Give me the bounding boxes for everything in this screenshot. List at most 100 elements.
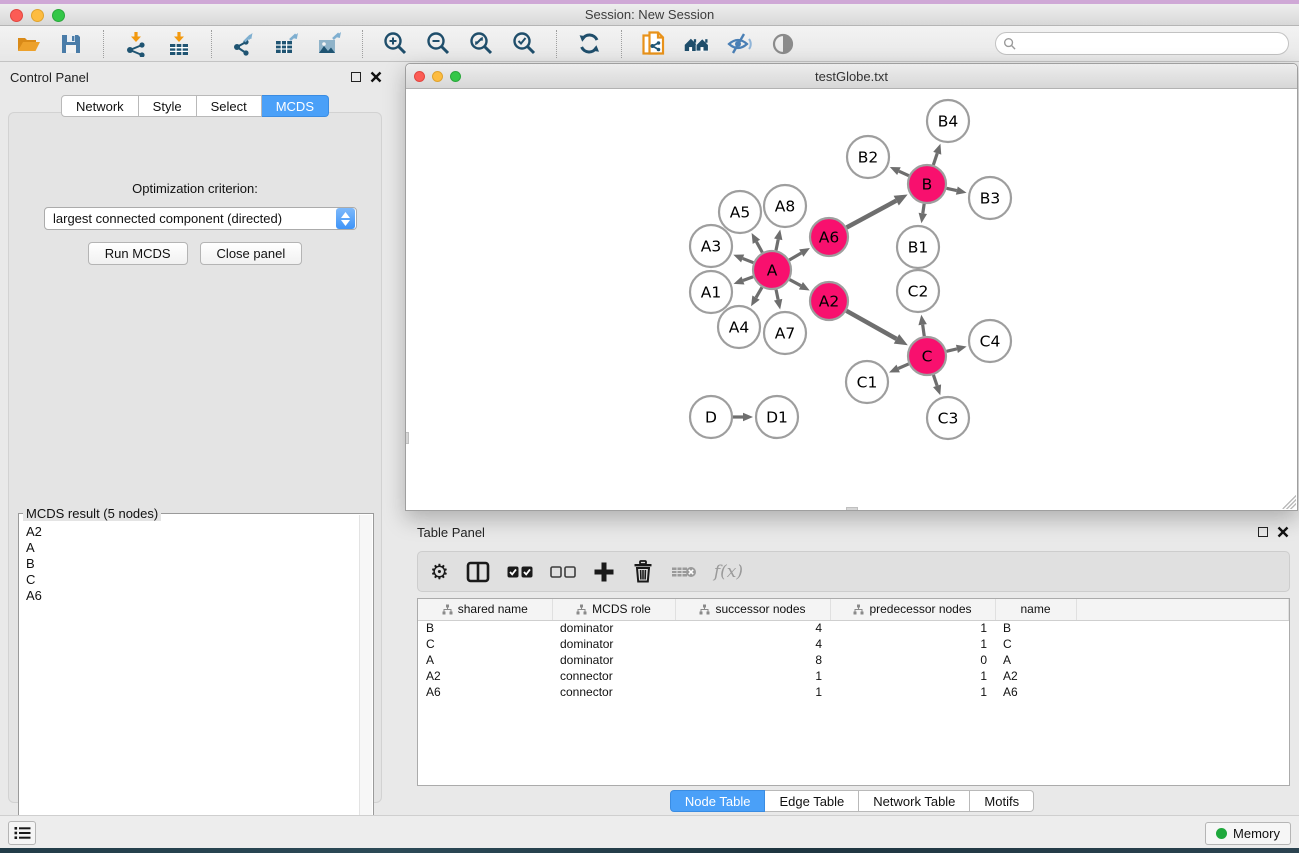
edge-A-A1[interactable] (743, 277, 753, 281)
edge-A-A6[interactable] (789, 253, 801, 260)
table-row[interactable]: A2connector11A2 (418, 668, 1289, 684)
float-panel-icon[interactable] (351, 72, 361, 82)
export-table-icon[interactable] (273, 30, 301, 58)
task-history-button[interactable] (8, 821, 36, 845)
edge-C-C1[interactable] (898, 364, 908, 369)
import-network-icon[interactable] (122, 30, 150, 58)
table-cell[interactable]: dominator (552, 636, 675, 652)
resize-grip-icon[interactable] (1282, 495, 1296, 509)
graph-node-A2[interactable]: A2 (810, 282, 848, 320)
edge-C-C3[interactable] (933, 375, 937, 386)
result-item[interactable]: A2 (26, 524, 373, 540)
table-cell[interactable]: 8 (675, 652, 830, 668)
graph-node-A1[interactable]: A1 (690, 271, 732, 313)
search-input[interactable] (1021, 37, 1288, 51)
graph-node-A6[interactable]: A6 (810, 218, 848, 256)
graph-node-A7[interactable]: A7 (764, 312, 806, 354)
split-column-icon[interactable] (466, 559, 490, 585)
float-table-panel-icon[interactable] (1258, 527, 1268, 537)
select-all-checkboxes-icon[interactable] (507, 559, 533, 585)
graph-node-A4[interactable]: A4 (718, 306, 760, 348)
column-header-MCDS-role[interactable]: MCDS role (552, 599, 675, 620)
delete-table-icon[interactable] (671, 559, 697, 585)
edge-A-A7[interactable] (776, 290, 778, 300)
edge-A-A4[interactable] (756, 287, 762, 297)
tab-network[interactable]: Network (61, 95, 139, 117)
tab-network-table[interactable]: Network Table (859, 790, 970, 812)
tab-edge-table[interactable]: Edge Table (765, 790, 859, 812)
tab-style[interactable]: Style (139, 95, 197, 117)
tab-select[interactable]: Select (197, 95, 262, 117)
edge-B-B1[interactable] (923, 204, 924, 214)
table-cell[interactable]: A6 (995, 684, 1076, 700)
graph-node-B4[interactable]: B4 (927, 100, 969, 142)
table-cell[interactable]: A (418, 652, 552, 668)
graph-node-A8[interactable]: A8 (764, 185, 806, 227)
edge-A-A5[interactable] (756, 242, 762, 253)
graph-node-B[interactable]: B (908, 165, 946, 203)
table-cell[interactable]: C (995, 636, 1076, 652)
graph-node-B3[interactable]: B3 (969, 177, 1011, 219)
result-item[interactable]: B (26, 556, 373, 572)
graph-node-D1[interactable]: D1 (756, 396, 798, 438)
memory-button[interactable]: Memory (1205, 822, 1291, 845)
column-header-name[interactable]: name (995, 599, 1076, 620)
close-panel-button[interactable]: Close panel (200, 242, 303, 265)
table-cell[interactable]: 1 (675, 668, 830, 684)
open-folder-icon[interactable] (14, 30, 42, 58)
show-all-eye-icon[interactable] (769, 30, 797, 58)
table-cell[interactable]: 1 (830, 636, 995, 652)
deselect-all-checkboxes-icon[interactable] (550, 559, 576, 585)
graph-node-C2[interactable]: C2 (897, 270, 939, 312)
settings-gear-icon[interactable]: ⚙ (430, 559, 449, 585)
function-builder-icon[interactable]: f(x) (714, 559, 743, 585)
graph-node-B1[interactable]: B1 (897, 226, 939, 268)
table-row[interactable]: Cdominator41C (418, 636, 1289, 652)
table-cell[interactable]: A6 (418, 684, 552, 700)
edge-B-B3[interactable] (947, 188, 957, 190)
column-header-successor-nodes[interactable]: successor nodes (675, 599, 830, 620)
table-cell[interactable]: connector (552, 668, 675, 684)
save-icon[interactable] (57, 30, 85, 58)
table-cell[interactable]: A2 (995, 668, 1076, 684)
main-titlebar[interactable]: Session: New Session (0, 4, 1299, 26)
network-canvas[interactable]: B4B2BB3A8A5A6A3B1AC2A1A2A4A7C4CC1DD1C3 (406, 89, 1297, 510)
table-cell[interactable]: B (995, 620, 1076, 636)
network-window-titlebar[interactable]: testGlobe.txt (406, 64, 1297, 89)
mcds-result-list[interactable]: A2ABCA6 (18, 513, 374, 846)
node-table[interactable]: shared nameMCDS rolesuccessor nodesprede… (417, 598, 1290, 786)
result-scrollbar[interactable] (359, 515, 372, 846)
edge-A-A8[interactable] (776, 239, 778, 250)
refresh-icon[interactable] (575, 30, 603, 58)
criterion-dropdown[interactable]: largest connected component (directed) (44, 207, 357, 230)
graph-node-C4[interactable]: C4 (969, 320, 1011, 362)
zoom-fit-icon[interactable] (467, 30, 495, 58)
edge-B-B4[interactable] (933, 153, 937, 165)
graph-node-A5[interactable]: A5 (719, 191, 761, 233)
table-cell[interactable]: dominator (552, 620, 675, 636)
edge-A-A2[interactable] (790, 280, 801, 286)
column-header-predecessor-nodes[interactable]: predecessor nodes (830, 599, 995, 620)
add-column-icon[interactable] (593, 559, 615, 585)
table-cell[interactable]: B (418, 620, 552, 636)
graph-node-A[interactable]: A (753, 251, 791, 289)
run-mcds-button[interactable]: Run MCDS (88, 242, 188, 265)
result-item[interactable]: A6 (26, 588, 373, 604)
home-icon[interactable] (683, 30, 711, 58)
table-cell[interactable]: 1 (830, 668, 995, 684)
network-graph[interactable]: B4B2BB3A8A5A6A3B1AC2A1A2A4A7C4CC1DD1C3 (406, 89, 1297, 510)
export-network-icon[interactable] (230, 30, 258, 58)
clone-network-icon[interactable] (640, 30, 668, 58)
zoom-selected-icon[interactable] (510, 30, 538, 58)
table-cell[interactable]: C (418, 636, 552, 652)
table-cell[interactable]: A2 (418, 668, 552, 684)
graph-node-D[interactable]: D (690, 396, 732, 438)
table-cell[interactable]: 0 (830, 652, 995, 668)
close-panel-icon[interactable] (370, 71, 382, 83)
edge-A2-C[interactable] (846, 311, 896, 339)
tab-node-table[interactable]: Node Table (670, 790, 766, 812)
import-table-icon[interactable] (165, 30, 193, 58)
tab-mcds[interactable]: MCDS (262, 95, 329, 117)
zoom-out-icon[interactable] (424, 30, 452, 58)
delete-column-trash-icon[interactable] (632, 559, 654, 585)
